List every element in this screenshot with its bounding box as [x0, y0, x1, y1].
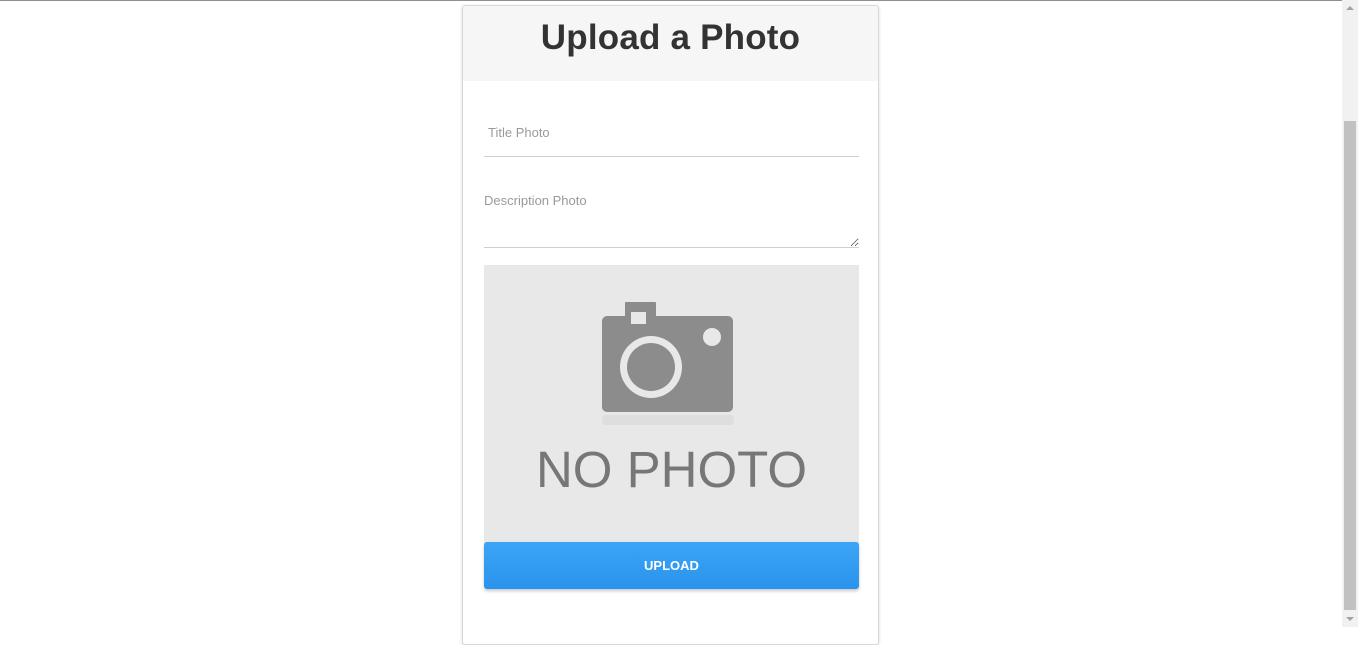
vertical-scrollbar[interactable] [1342, 0, 1358, 627]
scroll-down-arrow-icon[interactable] [1346, 617, 1354, 621]
no-photo-placeholder[interactable]: NO PHOTO [484, 265, 859, 545]
scroll-up-arrow-icon[interactable] [1346, 6, 1354, 10]
card-header: Upload a Photo [463, 6, 878, 81]
upload-button[interactable]: UPLOAD [484, 542, 859, 589]
upload-photo-card: Upload a Photo NO PHOTO UPLOAD [462, 5, 879, 645]
page-title: Upload a Photo [540, 18, 801, 57]
scrollbar-thumb[interactable] [1344, 121, 1356, 610]
description-photo-textarea[interactable] [484, 192, 859, 248]
title-photo-input[interactable] [484, 109, 859, 157]
no-photo-label: NO PHOTO [536, 441, 807, 498]
window-top-border [0, 0, 1342, 1]
no-photo-text-layer: NO PHOTO [536, 441, 807, 498]
